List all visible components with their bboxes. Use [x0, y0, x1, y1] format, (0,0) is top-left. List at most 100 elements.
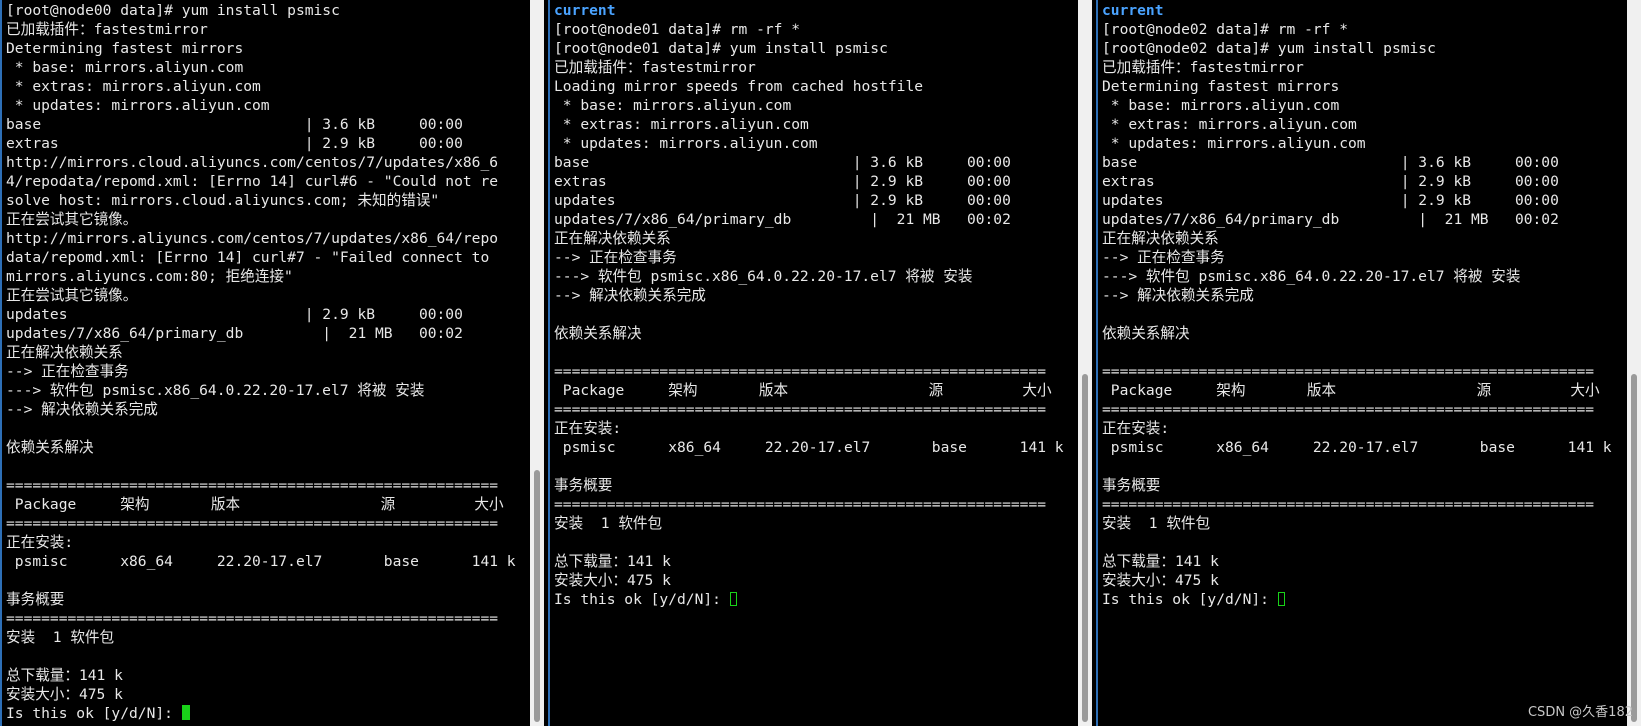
terminal-line-text: [root@node01 data]# rm -rf *	[554, 21, 801, 38]
terminal-line: ========================================…	[554, 400, 1064, 419]
terminal-line-text: 事务概要	[554, 477, 613, 494]
terminal-line: 已加载插件：fastestmirror	[554, 58, 1064, 77]
terminal-line: psmisc x86_64 22.20-17.el7 base 141 k	[6, 552, 516, 571]
terminal-line-text: ========================================…	[6, 610, 499, 627]
terminal-line: extras | 2.9 kB 00:00	[1102, 172, 1612, 191]
terminal-line-text: 安装大小：475 k	[1102, 572, 1219, 589]
terminal-line: Determining fastest mirrors	[1102, 77, 1612, 96]
terminal-line: ========================================…	[554, 362, 1064, 381]
terminal-line-text: ---> 软件包 psmisc.x86_64.0.22.20-17.el7 将被…	[554, 268, 973, 285]
scrollbar-thumb[interactable]	[1631, 374, 1637, 722]
scrollbar-thumb[interactable]	[534, 470, 540, 722]
terminal-line-text: base | 3.6 kB 00:00	[6, 116, 463, 133]
terminal-line: 总下载量：141 k	[6, 666, 516, 685]
terminal-line: ========================================…	[6, 609, 516, 628]
terminal-line-text: Determining fastest mirrors	[1102, 78, 1340, 95]
terminal-line: * extras: mirrors.aliyun.com	[1102, 115, 1612, 134]
terminal-line: * extras: mirrors.aliyun.com	[554, 115, 1064, 134]
terminal-pane-node01[interactable]: current [root@node01 data]# rm -rf * [root…	[548, 0, 1078, 726]
terminal-line: 正在尝试其它镜像。	[6, 210, 516, 229]
terminal-line: Is this ok [y/d/N]:	[6, 704, 516, 723]
terminal-line: Determining fastest mirrors	[6, 39, 516, 58]
terminal-line-text: Is this ok [y/d/N]:	[1102, 591, 1278, 608]
terminal-line-text: updates/7/x86_64/primary_db | 21 MB 00:0…	[6, 325, 463, 342]
terminal-pane-node02[interactable]: current [root@node02 data]# rm -rf * [root…	[1096, 0, 1627, 726]
terminal-line: --> 正在检查事务	[1102, 248, 1612, 267]
terminal-line-text: [root@node00 data]# yum install psmisc	[6, 2, 340, 19]
terminal-line-text: http://mirrors.cloud.aliyuncs.com/centos…	[6, 154, 499, 171]
terminal-line-text: base | 3.6 kB 00:00	[1102, 154, 1559, 171]
terminal-line: ========================================…	[1102, 362, 1612, 381]
terminal-line: * updates: mirrors.aliyun.com	[6, 96, 516, 115]
terminal-line-text: 已加载插件：fastestmirror	[1102, 59, 1304, 76]
terminal-line: http://mirrors.aliyuncs.com/centos/7/upd…	[6, 229, 516, 248]
terminal-cursor	[729, 592, 737, 606]
terminal-line-text: base | 3.6 kB 00:00	[554, 154, 1011, 171]
terminal-line: * base: mirrors.aliyun.com	[6, 58, 516, 77]
terminal-line: * updates: mirrors.aliyun.com	[554, 134, 1064, 153]
terminal-line-text: 正在尝试其它镜像。	[6, 211, 138, 228]
terminal-line-text: 已加载插件：fastestmirror	[6, 21, 208, 38]
scrollbar-node00[interactable]	[530, 0, 544, 726]
terminal-line-text: --> 解决依赖关系完成	[1102, 287, 1254, 304]
terminal-line-text: Is this ok [y/d/N]:	[6, 705, 182, 722]
terminal-line: data/repomd.xml: [Errno 14] curl#7 - "Fa…	[6, 248, 516, 267]
terminal-line: base | 3.6 kB 00:00	[6, 115, 516, 134]
terminal-line: 事务概要	[554, 476, 1064, 495]
terminal-line-text: mirrors.aliyuncs.com:80; 拒绝连接"	[6, 268, 293, 285]
terminal-line: mirrors.aliyuncs.com:80; 拒绝连接"	[6, 267, 516, 286]
terminal-line: ========================================…	[6, 514, 516, 533]
terminal-line-text: ========================================…	[6, 477, 499, 494]
terminal-line-text: 总下载量：141 k	[1102, 553, 1219, 570]
terminal-line-text: ========================================…	[554, 496, 1047, 513]
terminal-line: * updates: mirrors.aliyun.com	[1102, 134, 1612, 153]
terminal-output-node00[interactable]: [root@node00 data]# yum install psmisc 已加…	[6, 1, 516, 723]
terminal-line-text: ---> 软件包 psmisc.x86_64.0.22.20-17.el7 将被…	[6, 382, 425, 399]
scrollbar-thumb[interactable]	[1082, 374, 1088, 722]
terminal-line-text: 4/repodata/repomd.xml: [Errno 14] curl#6…	[6, 173, 499, 190]
terminal-line: * base: mirrors.aliyun.com	[554, 96, 1064, 115]
terminal-output-node01[interactable]: current [root@node01 data]# rm -rf * [root…	[554, 1, 1064, 609]
terminal-line-text: 依赖关系解决	[554, 325, 642, 342]
terminal-line-text: 事务概要	[1102, 477, 1161, 494]
terminal-line-text: * extras: mirrors.aliyun.com	[554, 116, 809, 133]
terminal-line: 安装大小：475 k	[554, 571, 1064, 590]
terminal-line-text: extras | 2.9 kB 00:00	[6, 135, 463, 152]
terminal-line: psmisc x86_64 22.20-17.el7 base 141 k	[554, 438, 1064, 457]
terminal-line: --> 正在检查事务	[6, 362, 516, 381]
terminal-line-text: ========================================…	[554, 363, 1047, 380]
terminal-line-text: * updates: mirrors.aliyun.com	[554, 135, 818, 152]
terminal-line: updates/7/x86_64/primary_db | 21 MB 00:0…	[6, 324, 516, 343]
terminal-line-text: extras | 2.9 kB 00:00	[554, 173, 1011, 190]
terminal-line: 正在安装:	[6, 533, 516, 552]
terminal-line-text: 正在解决依赖关系	[554, 230, 671, 247]
terminal-line: 事务概要	[1102, 476, 1612, 495]
terminal-line: Package 架构 版本 源 大小	[554, 381, 1064, 400]
terminal-line: 总下载量：141 k	[554, 552, 1064, 571]
scrollbar-node02[interactable]	[1627, 0, 1641, 726]
terminal-line: 总下载量：141 k	[1102, 552, 1612, 571]
terminal-line: extras | 2.9 kB 00:00	[554, 172, 1064, 191]
terminal-line: 安装 1 软件包	[6, 628, 516, 647]
terminal-line: --> 正在检查事务	[554, 248, 1064, 267]
terminal-line: [root@node00 data]# yum install psmisc	[6, 1, 516, 20]
terminal-line-text: [root@node01 data]# yum install psmisc	[554, 40, 888, 57]
terminal-line: psmisc x86_64 22.20-17.el7 base 141 k	[1102, 438, 1612, 457]
terminal-line: Is this ok [y/d/N]:	[1102, 590, 1612, 609]
terminal-line-text: 安装大小：475 k	[554, 572, 671, 589]
terminal-pane-node00[interactable]: [root@node00 data]# yum install psmisc 已加…	[0, 0, 530, 726]
terminal-line-text: updates/7/x86_64/primary_db | 21 MB 00:0…	[1102, 211, 1559, 228]
terminal-line-text: ========================================…	[1102, 363, 1595, 380]
terminal-line: ---> 软件包 psmisc.x86_64.0.22.20-17.el7 将被…	[554, 267, 1064, 286]
terminal-line: 安装大小：475 k	[1102, 571, 1612, 590]
terminal-line: 安装 1 软件包	[1102, 514, 1612, 533]
terminal-line-text: extras | 2.9 kB 00:00	[1102, 173, 1559, 190]
terminal-line-text: Loading mirror speeds from cached hostfi…	[554, 78, 924, 95]
terminal-line: ---> 软件包 psmisc.x86_64.0.22.20-17.el7 将被…	[6, 381, 516, 400]
terminal-line: extras | 2.9 kB 00:00	[6, 134, 516, 153]
scrollbar-node01[interactable]	[1078, 0, 1092, 726]
terminal-output-node02[interactable]: current [root@node02 data]# rm -rf * [root…	[1102, 1, 1612, 609]
